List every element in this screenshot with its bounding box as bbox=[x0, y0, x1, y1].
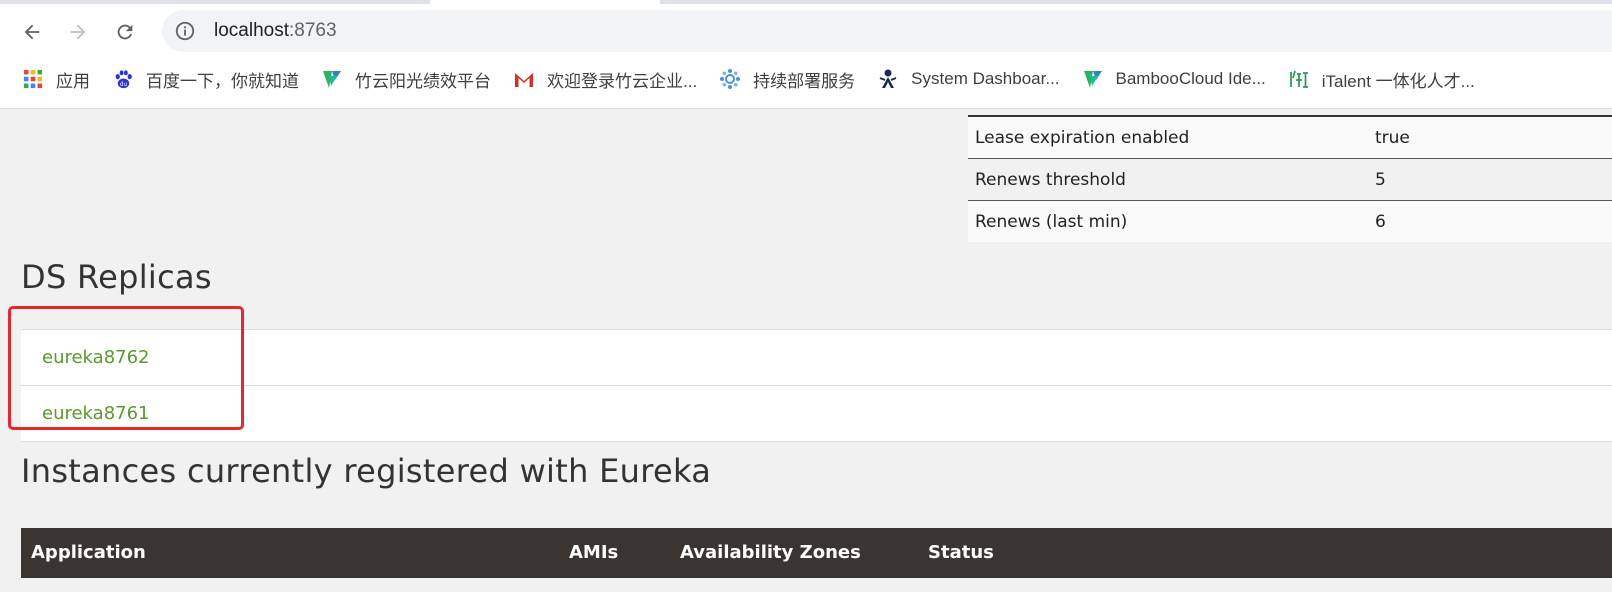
ds-replicas-list: eureka8762 eureka8761 bbox=[21, 329, 1612, 442]
lease-info-table: Lease expiration enabled true Renews thr… bbox=[968, 115, 1612, 242]
column-header-status[interactable]: Status bbox=[928, 542, 994, 563]
reload-icon bbox=[117, 24, 133, 40]
lease-value: true bbox=[1366, 115, 1612, 159]
active-tab[interactable] bbox=[430, 0, 660, 4]
bookmark-label: 欢迎登录竹云企业... bbox=[547, 71, 698, 91]
lease-label: Lease expiration enabled bbox=[968, 115, 1366, 159]
url-host: localhost bbox=[214, 20, 289, 41]
jira-icon bbox=[877, 68, 899, 90]
apps-grid-icon bbox=[22, 68, 44, 90]
bookmark-italent[interactable]: iTalent 一体化人才... bbox=[1280, 63, 1483, 95]
bamboocloud-icon bbox=[1082, 68, 1104, 90]
table-row: Lease expiration enabled true bbox=[968, 115, 1612, 159]
instances-table-header: Application AMIs Availability Zones Stat… bbox=[21, 528, 1612, 578]
reload-button[interactable] bbox=[107, 14, 143, 50]
address-bar[interactable]: localhost:8763 bbox=[162, 10, 1612, 52]
column-header-availability-zones[interactable]: Availability Zones bbox=[680, 542, 861, 563]
eureka-page: Lease expiration enabled true Renews thr… bbox=[0, 109, 1612, 592]
lease-value: 5 bbox=[1366, 158, 1612, 201]
bookmark-baidu[interactable]: du 百度一下，你就知道 bbox=[104, 63, 307, 95]
ds-replicas-heading: DS Replicas bbox=[21, 258, 212, 296]
back-button[interactable] bbox=[14, 14, 50, 50]
bookmark-label: iTalent 一体化人才... bbox=[1321, 71, 1475, 91]
table-row: Renews threshold 5 bbox=[968, 158, 1612, 201]
italent-icon bbox=[1288, 68, 1310, 90]
bookmark-bamboocloud-performance[interactable]: 竹云阳光绩效平台 bbox=[313, 63, 499, 95]
url-port: :8763 bbox=[289, 20, 337, 41]
bamboocloud-icon bbox=[321, 68, 343, 90]
instances-heading: Instances currently registered with Eure… bbox=[21, 452, 712, 490]
replica-link-eureka8761[interactable]: eureka8761 bbox=[42, 403, 150, 424]
baidu-paw-icon: du bbox=[112, 68, 134, 90]
url-text: localhost:8763 bbox=[214, 20, 337, 42]
bookmark-apps[interactable]: 应用 bbox=[14, 63, 98, 95]
arrow-right-icon bbox=[70, 24, 86, 40]
table-row: Renews (last min) 6 bbox=[968, 200, 1612, 242]
tab-strip bbox=[0, 0, 1612, 4]
forward-button[interactable] bbox=[60, 14, 96, 50]
bookmark-deploy-service[interactable]: 持续部署服务 bbox=[711, 63, 863, 95]
lease-label: Renews (last min) bbox=[968, 200, 1366, 242]
bookmark-label: 持续部署服务 bbox=[753, 71, 856, 91]
bookmarks-bar: 应用 du 百度一下，你就知道 竹云阳光绩效平台 欢迎登录竹云企业... 持续部… bbox=[0, 62, 1612, 96]
svg-text:du: du bbox=[119, 82, 127, 88]
bookmark-bamboocloud-login[interactable]: 欢迎登录竹云企业... bbox=[505, 63, 705, 95]
bookmark-label: 百度一下，你就知道 bbox=[146, 71, 299, 91]
column-header-amis[interactable]: AMIs bbox=[569, 542, 618, 563]
info-icon[interactable] bbox=[174, 20, 196, 42]
bookmark-bamboocloud-identity[interactable]: BambooCloud Ide... bbox=[1074, 63, 1274, 95]
deploy-gear-icon bbox=[719, 68, 741, 90]
bookmark-label: 应用 bbox=[56, 71, 90, 91]
browser-chrome: localhost:8763 应用 du 百度一下，你就知道 竹云阳光绩效平台 … bbox=[0, 0, 1612, 109]
list-item: eureka8762 bbox=[21, 330, 1612, 386]
arrow-left-icon bbox=[24, 24, 40, 40]
bookmark-system-dashboard[interactable]: System Dashboar... bbox=[869, 63, 1067, 95]
lease-value: 6 bbox=[1366, 200, 1612, 242]
lease-label: Renews threshold bbox=[968, 158, 1366, 201]
gmail-icon bbox=[513, 68, 535, 90]
list-item: eureka8761 bbox=[21, 386, 1612, 442]
replica-link-eureka8762[interactable]: eureka8762 bbox=[42, 347, 150, 368]
bookmark-label: 竹云阳光绩效平台 bbox=[355, 71, 491, 91]
bookmark-label: System Dashboar... bbox=[911, 69, 1060, 88]
bookmark-label: BambooCloud Ide... bbox=[1115, 69, 1266, 88]
column-header-application[interactable]: Application bbox=[31, 542, 146, 563]
